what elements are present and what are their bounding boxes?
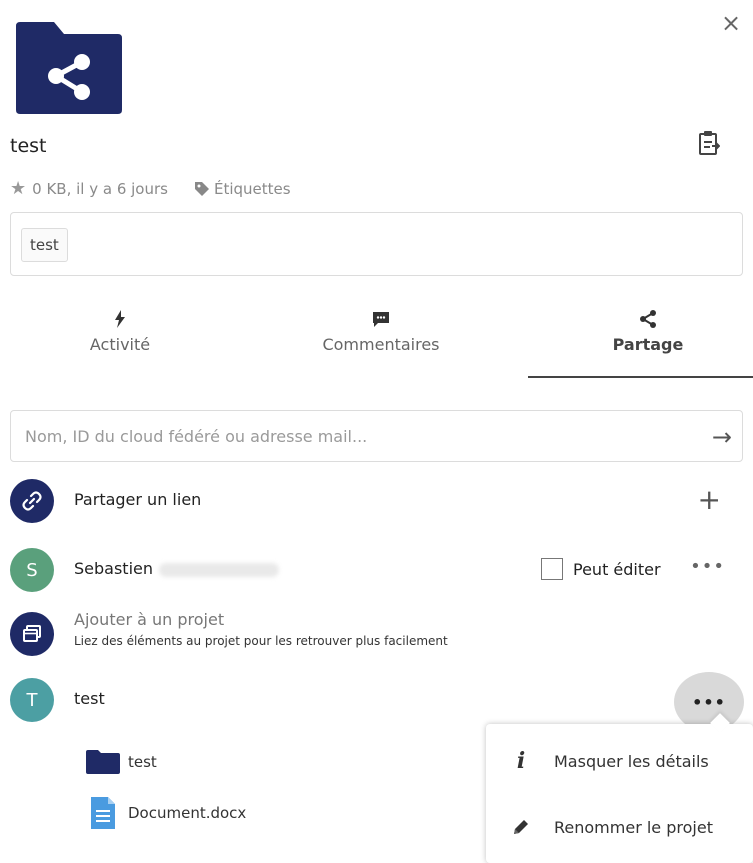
tab-label: Partage	[612, 335, 684, 354]
menu-item-hide-details[interactable]: i Masquer les détails	[486, 732, 753, 792]
redacted-surname	[159, 562, 279, 577]
share-search-input[interactable]	[11, 411, 691, 461]
file-title: test	[10, 135, 47, 157]
tag-chip[interactable]: test	[21, 228, 68, 262]
user-name: Sebastien	[74, 559, 279, 578]
folder-icon	[86, 750, 120, 774]
clipboard-icon[interactable]	[698, 130, 720, 156]
can-edit-toggle[interactable]: Peut éditer	[541, 558, 661, 580]
project-file-row[interactable]: test	[86, 747, 157, 777]
file-name: test	[128, 753, 157, 771]
star-icon[interactable]: ★	[10, 178, 26, 199]
link-avatar	[10, 479, 54, 523]
project-avatar	[10, 612, 54, 656]
active-tab-indicator	[528, 376, 753, 378]
share-link-label: Partager un lien	[74, 490, 202, 509]
project-item-row[interactable]: T test	[10, 678, 743, 722]
lightning-icon	[115, 310, 125, 328]
project-item-name: test	[74, 689, 105, 708]
share-search: →	[10, 410, 743, 462]
shared-folder-icon	[16, 22, 122, 114]
project-more-button[interactable]: •••	[674, 672, 744, 732]
menu-item-rename-project[interactable]: Renommer le projet	[486, 798, 753, 858]
share-link-row[interactable]: Partager un lien +	[10, 479, 743, 523]
can-edit-label: Peut éditer	[573, 559, 661, 579]
project-file-row[interactable]: Document.docx	[86, 797, 247, 829]
add-to-project-row[interactable]: Ajouter à un projet Liez des éléments au…	[10, 610, 743, 656]
tags-input[interactable]: test	[10, 212, 743, 276]
file-meta-text: 0 KB, il y a 6 jours	[32, 179, 168, 198]
sidebar-tabs: Activité Commentaires Partage	[0, 305, 753, 380]
file-meta: ★ 0 KB, il y a 6 jours Étiquettes	[10, 178, 291, 199]
add-link-button[interactable]: +	[698, 483, 721, 516]
comment-icon	[373, 312, 389, 327]
file-name: Document.docx	[128, 804, 247, 822]
user-first-name: Sebastien	[74, 559, 153, 578]
more-icon: •••	[692, 692, 726, 712]
tag-icon	[194, 181, 209, 196]
user-more-menu[interactable]: •••	[690, 556, 725, 577]
tab-label: Commentaires	[322, 335, 440, 354]
share-icon	[640, 310, 656, 328]
link-icon	[22, 491, 42, 511]
tab-activity[interactable]: Activité	[20, 305, 220, 380]
tab-label: Activité	[89, 335, 151, 354]
close-button[interactable]: ×	[718, 10, 744, 36]
menu-item-label: Renommer le projet	[554, 818, 713, 837]
menu-item-label: Masquer les détails	[554, 752, 709, 771]
document-icon	[91, 797, 115, 829]
can-edit-checkbox[interactable]	[541, 558, 563, 580]
tab-comments[interactable]: Commentaires	[281, 305, 481, 380]
tags-link[interactable]: Étiquettes	[214, 180, 291, 198]
project-popup-menu: i Masquer les détails Renommer le projet	[486, 724, 753, 863]
project-icon	[23, 625, 41, 642]
shared-user-row: S Sebastien Peut éditer •••	[10, 548, 743, 592]
arrow-right-icon[interactable]: →	[712, 423, 732, 451]
project-title: Ajouter à un projet	[74, 610, 225, 629]
user-avatar[interactable]: S	[10, 548, 54, 592]
project-description: Liez des éléments au projet pour les ret…	[74, 634, 448, 648]
project-item-avatar: T	[10, 678, 54, 722]
info-icon: i	[516, 748, 526, 774]
tab-sharing[interactable]: Partage	[548, 305, 748, 380]
pencil-icon	[514, 820, 528, 834]
